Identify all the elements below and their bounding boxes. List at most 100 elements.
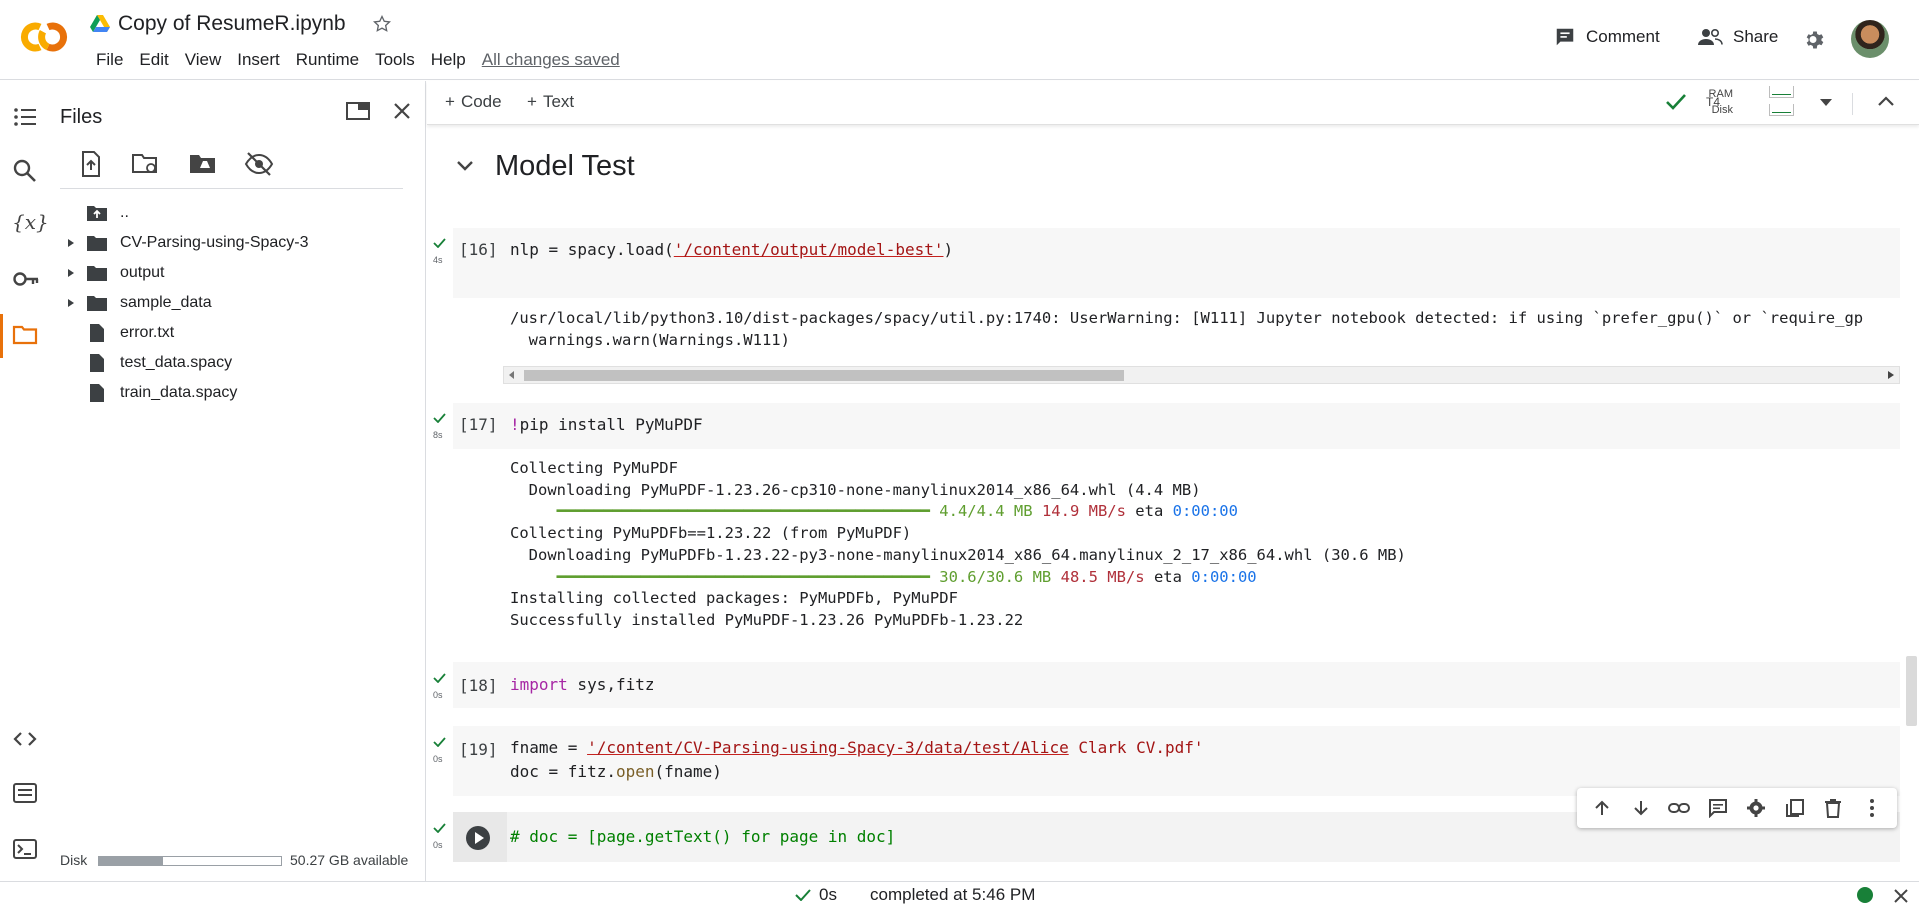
files-folder-icon[interactable]: [12, 322, 38, 348]
collapse-header-icon[interactable]: [1877, 95, 1895, 107]
code-editor-line[interactable]: nlp = spacy.load('/content/output/model-…: [510, 238, 953, 262]
search-icon[interactable]: [12, 158, 38, 184]
download-speed: 14.9 MB/s: [1041, 502, 1126, 521]
progress-line: ━━━━━━━━━━━━━━━━━━━━━━━━━━━━━━━━━━━━━━━━…: [510, 501, 1406, 523]
notebook-vertical-scrollbar[interactable]: [1906, 656, 1917, 726]
cell-success-check-icon: [433, 823, 446, 833]
progress-bar-text: ━━━━━━━━━━━━━━━━━━━━━━━━━━━━━━━━━━━━━━━━: [510, 502, 930, 521]
tree-item-label: error.txt: [120, 324, 175, 341]
file-icon: [82, 383, 112, 403]
file-icon: [82, 323, 112, 343]
expand-arrow-icon[interactable]: [60, 298, 82, 308]
output-line: warnings.warn(Warnings.W111): [510, 330, 790, 349]
cell-settings-gear-icon[interactable]: [1744, 796, 1768, 820]
disk-label: Disk: [60, 852, 88, 868]
user-avatar[interactable]: [1851, 20, 1889, 58]
add-code-button[interactable]: + Code: [445, 92, 502, 112]
tree-item-label: output: [120, 264, 165, 281]
scroll-left-arrow-icon[interactable]: [509, 371, 515, 379]
folder-icon: [82, 294, 112, 312]
tree-item-label: sample_data: [120, 294, 212, 311]
code-cell-18[interactable]: [453, 662, 1900, 708]
resource-labels[interactable]: RAM Disk: [1703, 86, 1733, 118]
upload-file-icon[interactable]: [77, 150, 105, 178]
function-name: open: [615, 762, 655, 781]
settings-gear-icon[interactable]: [1803, 28, 1827, 52]
code-editor-line[interactable]: import sys,fitz: [510, 673, 655, 697]
tree-item-error-txt[interactable]: error.txt: [60, 319, 174, 347]
more-options-icon[interactable]: [1860, 796, 1884, 820]
cell-output-16: /usr/local/lib/python3.10/dist-packages/…: [510, 308, 1900, 351]
connected-check-icon[interactable]: [1665, 93, 1687, 111]
tree-item-output[interactable]: output: [60, 259, 164, 287]
menu-view[interactable]: View: [177, 50, 230, 70]
code-token: (fname): [654, 762, 722, 781]
menu-file[interactable]: File: [88, 50, 131, 70]
comment-icon[interactable]: [1706, 796, 1730, 820]
variables-icon[interactable]: {x}: [12, 210, 49, 236]
move-cell-up-icon[interactable]: [1590, 796, 1614, 820]
code-token: ): [943, 240, 954, 259]
terminal-icon[interactable]: [12, 836, 38, 862]
tree-item-cv-parsing[interactable]: CV-Parsing-using-Spacy-3: [60, 229, 309, 257]
output-line: /usr/local/lib/python3.10/dist-packages/…: [510, 309, 1864, 327]
star-icon[interactable]: [372, 14, 392, 34]
exec-status[interactable]: 0s: [795, 885, 837, 905]
menu-insert[interactable]: Insert: [229, 50, 288, 70]
move-cell-down-icon[interactable]: [1629, 796, 1653, 820]
resources-dropdown-icon[interactable]: [1818, 97, 1834, 107]
save-status[interactable]: All changes saved: [474, 50, 628, 70]
mount-drive-icon[interactable]: [188, 150, 216, 178]
expand-arrow-icon[interactable]: [60, 268, 82, 278]
delete-cell-icon[interactable]: [1821, 796, 1845, 820]
expand-arrow-icon[interactable]: [60, 238, 82, 248]
mirror-cell-icon[interactable]: [1783, 796, 1807, 820]
people-icon: [1697, 26, 1723, 48]
menu-tools[interactable]: Tools: [367, 50, 423, 70]
tree-item-train-data[interactable]: train_data.spacy: [60, 379, 237, 407]
link-icon[interactable]: [1667, 796, 1691, 820]
section-collapse-chevron-icon[interactable]: [456, 160, 474, 172]
menu-edit[interactable]: Edit: [131, 50, 176, 70]
scrollbar-thumb[interactable]: [524, 370, 1124, 381]
hide-hidden-files-icon[interactable]: [244, 150, 274, 178]
scroll-right-arrow-icon[interactable]: [1888, 371, 1894, 379]
tree-item-label: ..: [120, 204, 129, 221]
code-editor-line[interactable]: !pip install PyMuPDF: [510, 413, 703, 437]
notebook-title[interactable]: Copy of ResumeR.ipynb: [118, 12, 346, 36]
add-text-button[interactable]: + Text: [527, 92, 574, 112]
tree-item-parent[interactable]: ..: [60, 199, 129, 227]
close-status-icon[interactable]: [1893, 888, 1909, 904]
open-in-tab-icon[interactable]: [345, 100, 371, 122]
output-horizontal-scrollbar[interactable]: [503, 366, 1900, 384]
cell-exec-time: 4s: [433, 255, 443, 265]
menu-runtime[interactable]: Runtime: [288, 50, 367, 70]
download-size: 30.6/30.6 MB: [939, 567, 1052, 586]
cell-success-check-icon: [433, 737, 446, 747]
code-snippets-icon[interactable]: [12, 726, 38, 752]
colab-logo[interactable]: [18, 20, 70, 54]
tree-item-test-data[interactable]: test_data.spacy: [60, 349, 232, 377]
code-editor[interactable]: fname = '/content/CV-Parsing-using-Spacy…: [510, 736, 1204, 784]
menu-help[interactable]: Help: [423, 50, 474, 70]
share-button[interactable]: Share: [1697, 26, 1778, 48]
comment-label: Comment: [1586, 27, 1660, 46]
google-drive-icon: [90, 15, 110, 33]
comment-button[interactable]: Comment: [1554, 26, 1660, 48]
cell-toolbar: [1577, 788, 1897, 828]
cell-success-check-icon: [433, 413, 446, 423]
key-secrets-icon[interactable]: [12, 266, 39, 292]
output-line: Collecting PyMuPDF: [510, 459, 678, 477]
exec-count: [17]: [459, 415, 498, 434]
menu-bar: File Edit View Insert Runtime Tools Help…: [88, 50, 628, 70]
table-of-contents-icon[interactable]: [12, 104, 38, 130]
refresh-folder-icon[interactable]: [131, 150, 159, 178]
close-panel-icon[interactable]: [391, 100, 413, 122]
command-palette-icon[interactable]: [12, 780, 38, 806]
code-token: nlp = spacy.load(: [510, 240, 674, 259]
run-cell-button[interactable]: [465, 825, 491, 851]
comment-icon: [1554, 26, 1576, 48]
disk-usage-fill: [99, 857, 163, 865]
tree-item-sample-data[interactable]: sample_data: [60, 289, 212, 317]
code-editor-line[interactable]: # doc = [page.getText() for page in doc]: [510, 825, 895, 849]
